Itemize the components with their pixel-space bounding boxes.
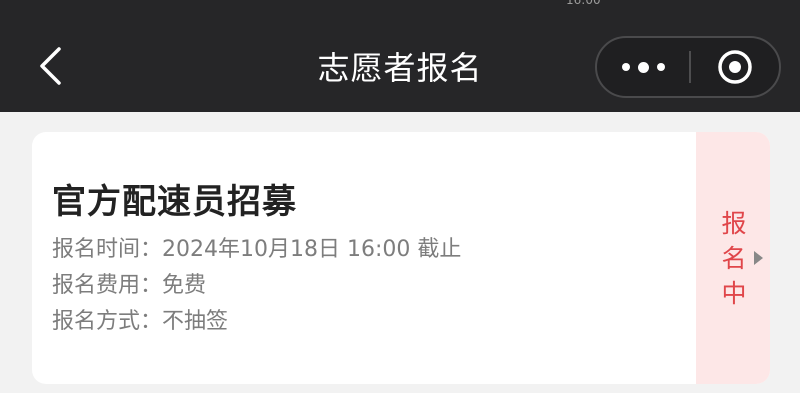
chevron-left-icon	[40, 47, 61, 85]
page-title: 志愿者报名	[317, 49, 483, 87]
registration-status-tab[interactable]: 报名中	[696, 132, 770, 384]
activity-card[interactable]: 官方配速员招募 报名时间：2024年10月18日 16:00 截止 报名费用：免…	[32, 132, 770, 384]
target-close-icon	[718, 50, 752, 84]
activity-title: 官方配速员招募	[52, 182, 297, 222]
more-button[interactable]	[597, 38, 689, 96]
mini-program-capsule	[595, 36, 781, 98]
registration-time: 报名时间：2024年10月18日 16:00 截止	[52, 237, 462, 262]
activity-card-body: 官方配速员招募 报名时间：2024年10月18日 16:00 截止 报名费用：免…	[52, 174, 461, 340]
more-dots-icon	[618, 61, 669, 73]
status-bar-fragment: 16:00	[566, 0, 606, 6]
registration-method: 报名方式：不抽签	[52, 309, 229, 334]
status-badge: 报名中	[721, 209, 747, 308]
back-button[interactable]	[28, 40, 72, 92]
navigation-bar: 16:00 志愿者报名	[0, 0, 800, 112]
close-button[interactable]	[691, 38, 779, 96]
registration-fee: 报名费用：免费	[52, 273, 207, 298]
triangle-right-icon	[754, 251, 763, 265]
